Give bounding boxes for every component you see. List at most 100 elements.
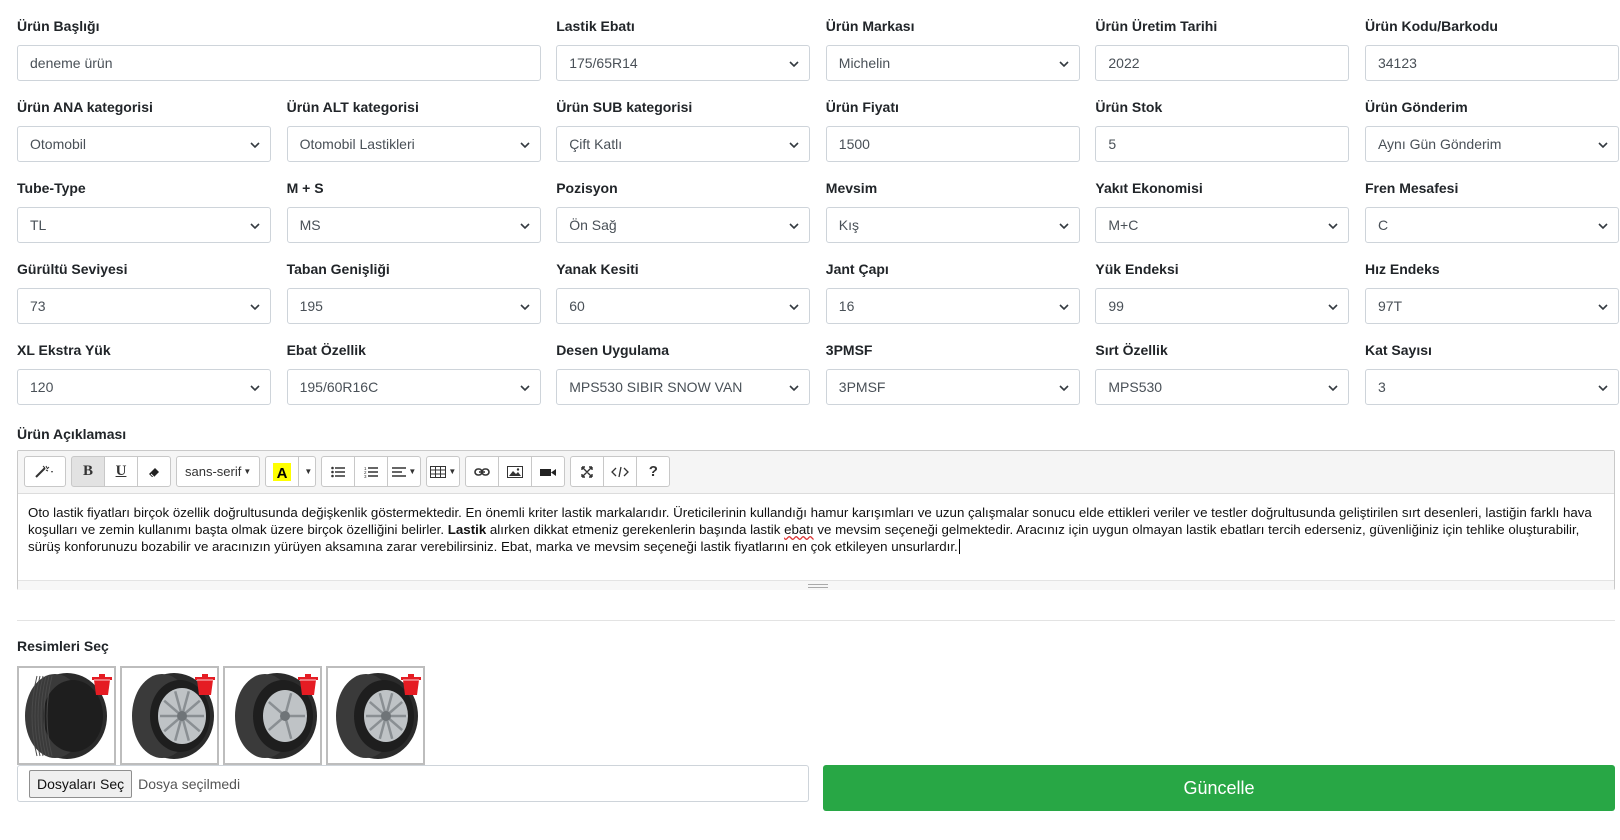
chevron-down-icon — [1059, 61, 1069, 68]
sub2-category-select[interactable]: Çift Katlı — [556, 126, 811, 162]
select-value: 16 — [838, 298, 855, 314]
barcode-input[interactable]: 34123 — [1364, 45, 1619, 81]
select-value: Aynı Gün Gönderim — [1377, 136, 1502, 152]
field-rim-diameter: Jant Çapı 16 — [825, 259, 1080, 340]
field-label: Ürün Fiyatı — [825, 99, 899, 115]
table-icon — [430, 465, 447, 478]
aspect-ratio-select[interactable]: 60 — [556, 288, 811, 324]
chevron-down-icon — [520, 142, 530, 149]
tread-feature-select[interactable]: MPS530 — [1095, 369, 1350, 405]
chevron-down-icon — [789, 223, 799, 230]
field-shipping: Ürün Gönderim Aynı Gün Gönderim — [1364, 97, 1619, 178]
speed-index-select[interactable]: 97T — [1364, 288, 1619, 324]
size-feature-select[interactable]: 195/60R16C — [286, 369, 541, 405]
field-aspect-ratio: Yanak Kesiti 60 — [556, 259, 811, 340]
link-button[interactable] — [465, 456, 500, 487]
image-button[interactable] — [498, 456, 533, 487]
editor-content-area[interactable]: Oto lastik fiyatları birçok özellik doğr… — [18, 494, 1614, 580]
caret-down-icon: ▼ — [408, 467, 417, 476]
noise-level-select[interactable]: 73 — [17, 288, 271, 324]
brand-select[interactable]: Michelin — [825, 45, 1080, 81]
sub-category-select[interactable]: Otomobil Lastikleri — [286, 126, 541, 162]
title-input[interactable]: deneme ürün — [17, 45, 541, 81]
field-label: Ürün ANA kategorisi — [17, 99, 153, 115]
highlight-letter-icon: A — [273, 462, 292, 481]
magic-wand-style-button[interactable] — [24, 456, 66, 487]
field-barcode: Ürün Kodu/Barkodu 34123 — [1364, 16, 1619, 97]
choose-files-button[interactable]: Dosyaları Seç — [29, 769, 133, 798]
field-label: Ürün Stok — [1095, 99, 1163, 115]
position-select[interactable]: Ön Sağ — [556, 207, 811, 243]
field-label: 3PMSF — [825, 342, 873, 358]
editor-resize-handle[interactable] — [18, 580, 1614, 590]
color-dropdown-button[interactable]: ▼ — [298, 456, 317, 487]
images-label: Resimleri Seç — [17, 638, 109, 654]
field-label: Ürün Üretim Tarihi — [1095, 18, 1218, 34]
season-select[interactable]: Kış — [825, 207, 1080, 243]
brake-distance-select[interactable]: C — [1364, 207, 1619, 243]
field-speed-index: Hız Endeks 97T — [1364, 259, 1619, 340]
update-button[interactable]: Güncelle — [823, 765, 1615, 811]
image-thumbnail[interactable] — [17, 666, 116, 765]
image-thumbnail[interactable] — [120, 666, 219, 765]
text-cursor — [958, 539, 960, 554]
tread-width-select[interactable]: 195 — [286, 288, 541, 324]
ordered-list-icon: 123 — [364, 466, 379, 478]
description-text: alırken dikkat etmeniz gerekenlerin başı… — [486, 522, 785, 537]
text-color-button[interactable]: A — [265, 456, 300, 487]
fullscreen-button[interactable] — [570, 456, 605, 487]
select-value: M+C — [1108, 217, 1139, 233]
underline-button[interactable]: U — [104, 456, 138, 487]
field-xl-extra-load: XL Ekstra Yük 120 — [17, 340, 271, 421]
load-index-select[interactable]: 99 — [1095, 288, 1350, 324]
rim-diameter-select[interactable]: 16 — [825, 288, 1080, 324]
bold-button[interactable]: B — [71, 456, 105, 487]
image-thumbnail[interactable] — [223, 666, 322, 765]
table-dropdown[interactable]: ▼ — [426, 456, 461, 487]
help-button[interactable]: ? — [636, 456, 671, 487]
font-family-dropdown[interactable]: sans-serif ▼ — [176, 456, 261, 487]
chevron-down-icon — [1598, 142, 1608, 149]
ordered-list-button[interactable]: 123 — [354, 456, 389, 487]
misspelled-word: ebatı — [784, 522, 814, 537]
field-label: Yük Endeksi — [1095, 261, 1179, 277]
unordered-list-icon — [331, 466, 346, 477]
field-label: Tube-Type — [17, 180, 86, 196]
xl-extra-load-select[interactable]: 120 — [17, 369, 271, 405]
delete-image-trash-icon[interactable] — [296, 672, 320, 696]
shipping-select[interactable]: Aynı Gün Gönderim — [1364, 126, 1619, 162]
select-value: 99 — [1108, 298, 1124, 314]
mud-snow-select[interactable]: MS — [286, 207, 541, 243]
paragraph-align-dropdown[interactable]: ▼ — [387, 456, 422, 487]
fuel-economy-select[interactable]: M+C — [1095, 207, 1350, 243]
image-thumbnail[interactable] — [326, 666, 425, 765]
field-season: Mevsim Kış — [825, 178, 1080, 259]
field-label: Ürün Başlığı — [17, 18, 100, 34]
file-input[interactable]: Dosyaları Seç Dosya seçilmedi — [17, 765, 809, 802]
production-date-input[interactable]: 2022 — [1095, 45, 1350, 81]
field-title: Ürün Başlığı deneme ürün — [17, 16, 541, 97]
field-main-category: Ürün ANA kategorisi Otomobil — [17, 97, 271, 178]
select-value: Kış — [838, 217, 860, 233]
tire-size-select[interactable]: 175/65R14 — [556, 45, 811, 81]
select-value: MS — [299, 217, 321, 233]
delete-image-trash-icon[interactable] — [399, 672, 423, 696]
field-tread-width: Taban Genişliği 195 — [286, 259, 541, 340]
pattern-select[interactable]: MPS530 SIBIR SNOW VAN — [556, 369, 811, 405]
price-input[interactable]: 1500 — [825, 126, 1080, 162]
delete-image-trash-icon[interactable] — [90, 672, 114, 696]
description-label: Ürün Açıklaması — [17, 426, 127, 442]
tube-type-select[interactable]: TL — [17, 207, 271, 243]
chevron-down-icon — [789, 385, 799, 392]
stock-input[interactable]: 5 — [1095, 126, 1350, 162]
unordered-list-button[interactable] — [321, 456, 356, 487]
delete-image-trash-icon[interactable] — [193, 672, 217, 696]
caret-down-icon: ▼ — [243, 467, 252, 476]
3pmsf-select[interactable]: 3PMSF — [825, 369, 1080, 405]
eraser-button[interactable] — [137, 456, 171, 487]
main-category-select[interactable]: Otomobil — [17, 126, 271, 162]
ply-count-select[interactable]: 3 — [1364, 369, 1619, 405]
field-label: Yakıt Ekonomisi — [1095, 180, 1203, 196]
code-view-button[interactable] — [603, 456, 638, 487]
video-button[interactable] — [531, 456, 566, 487]
